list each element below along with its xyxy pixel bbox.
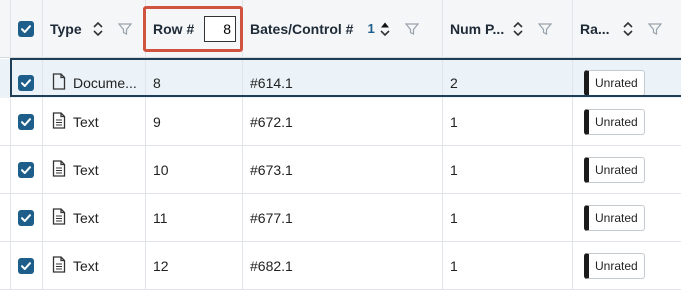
filter-icon[interactable]: [647, 22, 662, 36]
type-cell: Text: [52, 242, 142, 289]
row-number-cell: 12: [153, 257, 169, 274]
document-icon: [52, 72, 66, 93]
column-divider: [42, 0, 43, 290]
rating-cell: Unrated: [584, 242, 645, 289]
column-divider[interactable]: [242, 0, 243, 290]
column-label-bates: Bates/Control #: [250, 20, 354, 37]
type-cell: Text: [52, 194, 142, 241]
type-label: Docume...: [73, 74, 137, 91]
results-grid: Type Row # Bates/Control # 1 Num P...: [0, 0, 681, 290]
num-pages-cell: 1: [450, 113, 458, 130]
bates-cell: #677.1: [250, 209, 293, 226]
column-header-rating[interactable]: Ra...: [580, 0, 662, 57]
row-checkbox[interactable]: [18, 242, 34, 289]
column-header-bates[interactable]: Bates/Control # 1: [250, 0, 419, 57]
column-header-row[interactable]: Row #: [153, 0, 194, 57]
rating-cell: Unrated: [584, 194, 645, 241]
type-label: Text: [73, 257, 99, 274]
checkbox-checked-icon: [18, 257, 34, 274]
grid-header: Type Row # Bates/Control # 1 Num P...: [0, 0, 681, 58]
num-pages-cell: 1: [450, 161, 458, 178]
checkbox-checked-icon: [18, 209, 34, 226]
text-file-icon: [52, 207, 66, 228]
checkbox-checked-icon: [18, 20, 34, 37]
row-checkbox[interactable]: [18, 146, 34, 193]
checkbox-checked-icon: [18, 113, 34, 130]
column-label-num-pages: Num P...: [450, 20, 505, 37]
rating-badge[interactable]: Unrated: [584, 252, 645, 279]
rating-badge[interactable]: Unrated: [584, 69, 645, 96]
column-header-num-pages[interactable]: Num P...: [450, 0, 553, 57]
column-divider[interactable]: [442, 0, 443, 290]
table-row[interactable]: Text 12 #682.1 1 Unrated: [0, 242, 681, 290]
row-number-input[interactable]: [204, 16, 236, 42]
sort-icon[interactable]: [92, 20, 104, 38]
bates-cell: #682.1: [250, 257, 293, 274]
row-number-cell: 10: [153, 161, 169, 178]
checkbox-checked-icon: [18, 161, 34, 178]
text-file-icon: [52, 111, 66, 132]
column-label-row: Row #: [153, 20, 195, 37]
type-cell: Text: [52, 146, 142, 193]
row-checkbox[interactable]: [18, 194, 34, 241]
type-label: Text: [73, 209, 99, 226]
rating-badge[interactable]: Unrated: [584, 108, 645, 135]
column-header-type[interactable]: Type: [50, 0, 132, 57]
filter-icon[interactable]: [404, 22, 419, 36]
sort-order-number: 1: [367, 21, 375, 36]
table-row[interactable]: Text 11 #677.1 1 Unrated: [0, 194, 681, 242]
rating-badge[interactable]: Unrated: [584, 204, 645, 231]
rating-cell: Unrated: [584, 98, 645, 145]
type-label: Text: [73, 113, 99, 130]
type-cell: Text: [52, 98, 142, 145]
sort-ascending-icon[interactable]: [379, 20, 391, 38]
row-checkbox[interactable]: [18, 98, 34, 145]
filter-icon[interactable]: [538, 22, 553, 36]
text-file-icon: [52, 159, 66, 180]
type-label: Text: [73, 161, 99, 178]
sort-icon[interactable]: [622, 20, 634, 38]
column-divider[interactable]: [572, 0, 573, 290]
column-label-type: Type: [50, 20, 82, 37]
checkbox-checked-icon: [18, 74, 34, 91]
column-divider[interactable]: [145, 0, 146, 290]
table-row[interactable]: Text 9 #672.1 1 Unrated: [0, 98, 681, 146]
bates-cell: #673.1: [250, 161, 293, 178]
row-number-cell: 11: [153, 209, 168, 226]
num-pages-cell: 1: [450, 257, 458, 274]
table-row[interactable]: Text 10 #673.1 1 Unrated: [0, 146, 681, 194]
text-file-icon: [52, 255, 66, 276]
rating-badge[interactable]: Unrated: [584, 156, 645, 183]
select-all-checkbox[interactable]: [18, 0, 34, 57]
bates-cell: #672.1: [250, 113, 293, 130]
row-number-cell: 9: [153, 113, 161, 130]
rating-cell: Unrated: [584, 146, 645, 193]
sort-icon[interactable]: [512, 20, 524, 38]
column-label-rating: Ra...: [580, 20, 610, 37]
num-pages-cell: 1: [450, 209, 458, 226]
column-divider: [10, 0, 11, 290]
filter-icon[interactable]: [117, 22, 132, 36]
